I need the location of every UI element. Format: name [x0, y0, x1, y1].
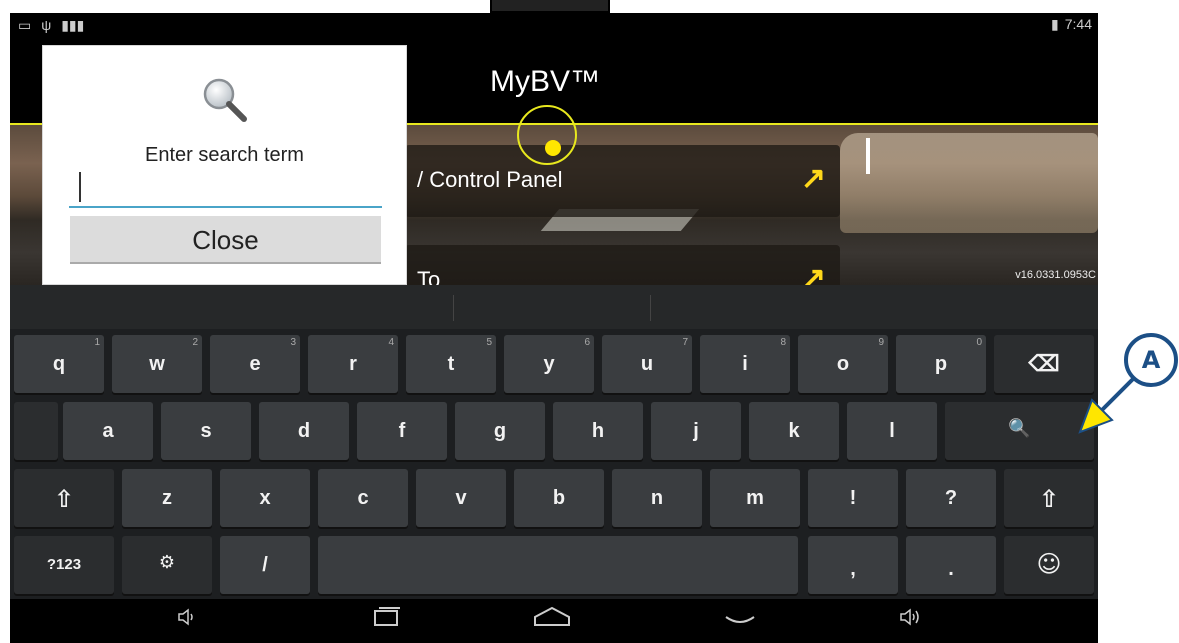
- key-period[interactable]: .: [906, 536, 996, 594]
- suggestion-strip: [10, 285, 1098, 329]
- device-screen: ▭ ψ ▮▮▮ ▮ 7:44 MyBV™ / Control Panel ↗ T…: [10, 13, 1098, 643]
- key-x[interactable]: x: [220, 469, 310, 527]
- version-label: v16.0331.0953C: [1015, 269, 1096, 281]
- rv-image: [840, 133, 1098, 233]
- arrow-up-right-icon: ↗: [800, 162, 826, 195]
- app-title: MyBV™: [490, 65, 601, 98]
- key-h[interactable]: h: [553, 402, 643, 460]
- key-w[interactable]: 2w: [112, 335, 202, 393]
- status-bar: ▭ ψ ▮▮▮ ▮ 7:44: [10, 13, 1098, 37]
- hide-keyboard-icon[interactable]: [722, 605, 758, 636]
- text-cursor-marker: [866, 138, 870, 174]
- key-g[interactable]: g: [455, 402, 545, 460]
- keyboard-settings-key[interactable]: ⚙: [122, 536, 212, 594]
- key-k[interactable]: k: [749, 402, 839, 460]
- battery-charging-icon: ▮: [1051, 16, 1059, 32]
- key-s[interactable]: s: [161, 402, 251, 460]
- key-y[interactable]: 6y: [504, 335, 594, 393]
- key-o[interactable]: 9o: [798, 335, 888, 393]
- key-exclamation[interactable]: !: [808, 469, 898, 527]
- key-u[interactable]: 7u: [602, 335, 692, 393]
- shift-key-right[interactable]: ⇧: [1004, 469, 1094, 527]
- volume-up-icon[interactable]: [898, 605, 928, 636]
- magnifier-icon: [203, 78, 247, 122]
- search-input[interactable]: [69, 172, 382, 208]
- soft-keyboard: 1q 2w 3e 4r 5t 6y 7u 8i 9o 0p ⌫ a s d f …: [10, 285, 1098, 599]
- key-l[interactable]: l: [847, 402, 937, 460]
- control-panel-label: / Control Panel: [417, 167, 563, 192]
- touch-indicator-ring: [517, 105, 577, 165]
- touch-indicator-dot: [545, 140, 561, 156]
- screenshot-icon: ▭: [18, 17, 32, 33]
- emoji-key[interactable]: ☺: [1004, 536, 1094, 594]
- key-n[interactable]: n: [612, 469, 702, 527]
- key-a[interactable]: a: [63, 402, 153, 460]
- key-spacer-left: [14, 402, 58, 460]
- key-r[interactable]: 4r: [308, 335, 398, 393]
- navigation-bar: [10, 599, 1098, 643]
- key-d[interactable]: d: [259, 402, 349, 460]
- key-e[interactable]: 3e: [210, 335, 300, 393]
- space-key[interactable]: [318, 536, 798, 594]
- key-z[interactable]: z: [122, 469, 212, 527]
- key-v[interactable]: v: [416, 469, 506, 527]
- key-comma[interactable]: ,: [808, 536, 898, 594]
- top-frame-tab: [490, 0, 610, 13]
- key-t[interactable]: 5t: [406, 335, 496, 393]
- key-q[interactable]: 1q: [14, 335, 104, 393]
- shift-key-left[interactable]: ⇧: [14, 469, 114, 527]
- usb-icon: ψ: [41, 17, 52, 33]
- key-f[interactable]: f: [357, 402, 447, 460]
- key-b[interactable]: b: [514, 469, 604, 527]
- key-m[interactable]: m: [710, 469, 800, 527]
- symbols-key[interactable]: ?123: [14, 536, 114, 594]
- app-screen: MyBV™ / Control Panel ↗ To ↗ v16.0331.09…: [10, 37, 1098, 317]
- callout-label-a: A: [1124, 333, 1178, 387]
- key-j[interactable]: j: [651, 402, 741, 460]
- key-c[interactable]: c: [318, 469, 408, 527]
- shift-icon: ⇧: [1038, 485, 1060, 513]
- shift-icon: ⇧: [53, 485, 75, 513]
- search-dialog: Enter search term Close: [42, 45, 407, 285]
- close-button[interactable]: Close: [70, 216, 381, 264]
- control-panel-button[interactable]: / Control Panel ↗: [405, 145, 840, 217]
- key-i[interactable]: 8i: [700, 335, 790, 393]
- barcode-icon: ▮▮▮: [61, 17, 85, 33]
- settings-sliders-icon: ⚙: [158, 552, 176, 573]
- search-prompt: Enter search term: [145, 144, 304, 166]
- text-caret: [79, 172, 81, 202]
- home-icon[interactable]: [532, 605, 572, 636]
- key-slash[interactable]: /: [220, 536, 310, 594]
- volume-down-icon[interactable]: [176, 605, 200, 636]
- key-question[interactable]: ?: [906, 469, 996, 527]
- key-p[interactable]: 0p: [896, 335, 986, 393]
- recent-apps-icon[interactable]: [372, 605, 402, 636]
- emoji-icon: ☺: [1036, 550, 1062, 578]
- status-time: 7:44: [1064, 16, 1092, 32]
